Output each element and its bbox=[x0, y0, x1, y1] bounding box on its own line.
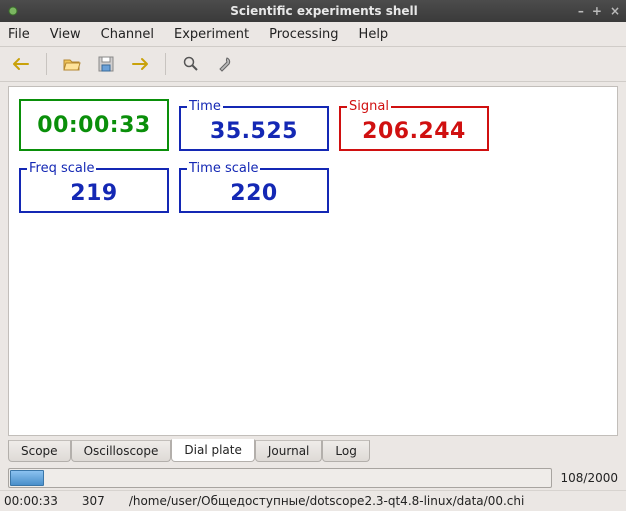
tabbar: Scope Oscilloscope Dial plate Journal Lo… bbox=[8, 435, 618, 462]
menu-experiment[interactable]: Experiment bbox=[174, 27, 249, 42]
time-scale-label: Time scale bbox=[187, 161, 260, 176]
arrow-right-icon bbox=[131, 57, 149, 71]
time-scale-value: 220 bbox=[230, 181, 277, 206]
status-count: 307 bbox=[82, 494, 105, 508]
magnifier-icon bbox=[183, 56, 199, 72]
time-readout: Time 35.525 bbox=[179, 99, 329, 151]
elapsed-value: 00:00:33 bbox=[37, 113, 150, 138]
menu-file[interactable]: File bbox=[8, 27, 30, 42]
app-window: Scientific experiments shell – + × File … bbox=[0, 0, 626, 511]
timeline-scroll: 108/2000 bbox=[8, 466, 618, 490]
status-time: 00:00:33 bbox=[4, 494, 58, 508]
wrench-icon bbox=[217, 56, 233, 72]
separator bbox=[165, 53, 166, 75]
menu-channel[interactable]: Channel bbox=[101, 27, 154, 42]
tab-oscilloscope[interactable]: Oscilloscope bbox=[71, 440, 172, 462]
timeline-track[interactable] bbox=[8, 468, 552, 488]
zoom-button[interactable] bbox=[180, 53, 202, 75]
arrow-left-icon bbox=[12, 57, 30, 71]
save-icon bbox=[98, 56, 114, 72]
status-path: /home/user/Общедоступные/dotscope2.3-qt4… bbox=[129, 494, 622, 508]
menubar: File View Channel Experiment Processing … bbox=[0, 22, 626, 47]
forward-button[interactable] bbox=[129, 53, 151, 75]
tab-dial-plate[interactable]: Dial plate bbox=[171, 439, 254, 462]
time-scale-readout: Time scale 220 bbox=[179, 161, 329, 213]
tab-journal[interactable]: Journal bbox=[255, 440, 323, 462]
tool-button[interactable] bbox=[214, 53, 236, 75]
freq-scale-value: 219 bbox=[70, 181, 117, 206]
freq-scale-label: Freq scale bbox=[27, 161, 96, 176]
timeline-thumb[interactable] bbox=[10, 470, 44, 486]
menu-view[interactable]: View bbox=[50, 27, 81, 42]
menu-processing[interactable]: Processing bbox=[269, 27, 338, 42]
dial-plate-panel: 00:00:33 Time 35.525 Signal 206.244 Freq… bbox=[8, 86, 618, 435]
time-value: 35.525 bbox=[210, 119, 298, 144]
timeline-position: 108/2000 bbox=[558, 471, 618, 485]
signal-value: 206.244 bbox=[362, 119, 466, 144]
elapsed-readout: 00:00:33 bbox=[19, 99, 169, 151]
open-button[interactable] bbox=[61, 53, 83, 75]
freq-scale-readout: Freq scale 219 bbox=[19, 161, 169, 213]
time-label: Time bbox=[187, 99, 223, 114]
window-controls: – + × bbox=[578, 0, 620, 22]
separator bbox=[46, 53, 47, 75]
close-button[interactable]: × bbox=[610, 4, 620, 18]
folder-open-icon bbox=[63, 56, 81, 72]
signal-label: Signal bbox=[347, 99, 391, 114]
tab-scope[interactable]: Scope bbox=[8, 440, 71, 462]
back-button[interactable] bbox=[10, 53, 32, 75]
maximize-button[interactable]: + bbox=[592, 4, 602, 18]
statusbar: 00:00:33 307 /home/user/Общедоступные/do… bbox=[0, 490, 626, 511]
tab-log[interactable]: Log bbox=[322, 440, 369, 462]
titlebar: Scientific experiments shell – + × bbox=[0, 0, 626, 22]
menu-help[interactable]: Help bbox=[359, 27, 389, 42]
window-title: Scientific experiments shell bbox=[22, 4, 626, 18]
minimize-button[interactable]: – bbox=[578, 4, 584, 18]
app-icon bbox=[4, 5, 22, 17]
toolbar bbox=[0, 47, 626, 82]
signal-readout: Signal 206.244 bbox=[339, 99, 489, 151]
save-button[interactable] bbox=[95, 53, 117, 75]
